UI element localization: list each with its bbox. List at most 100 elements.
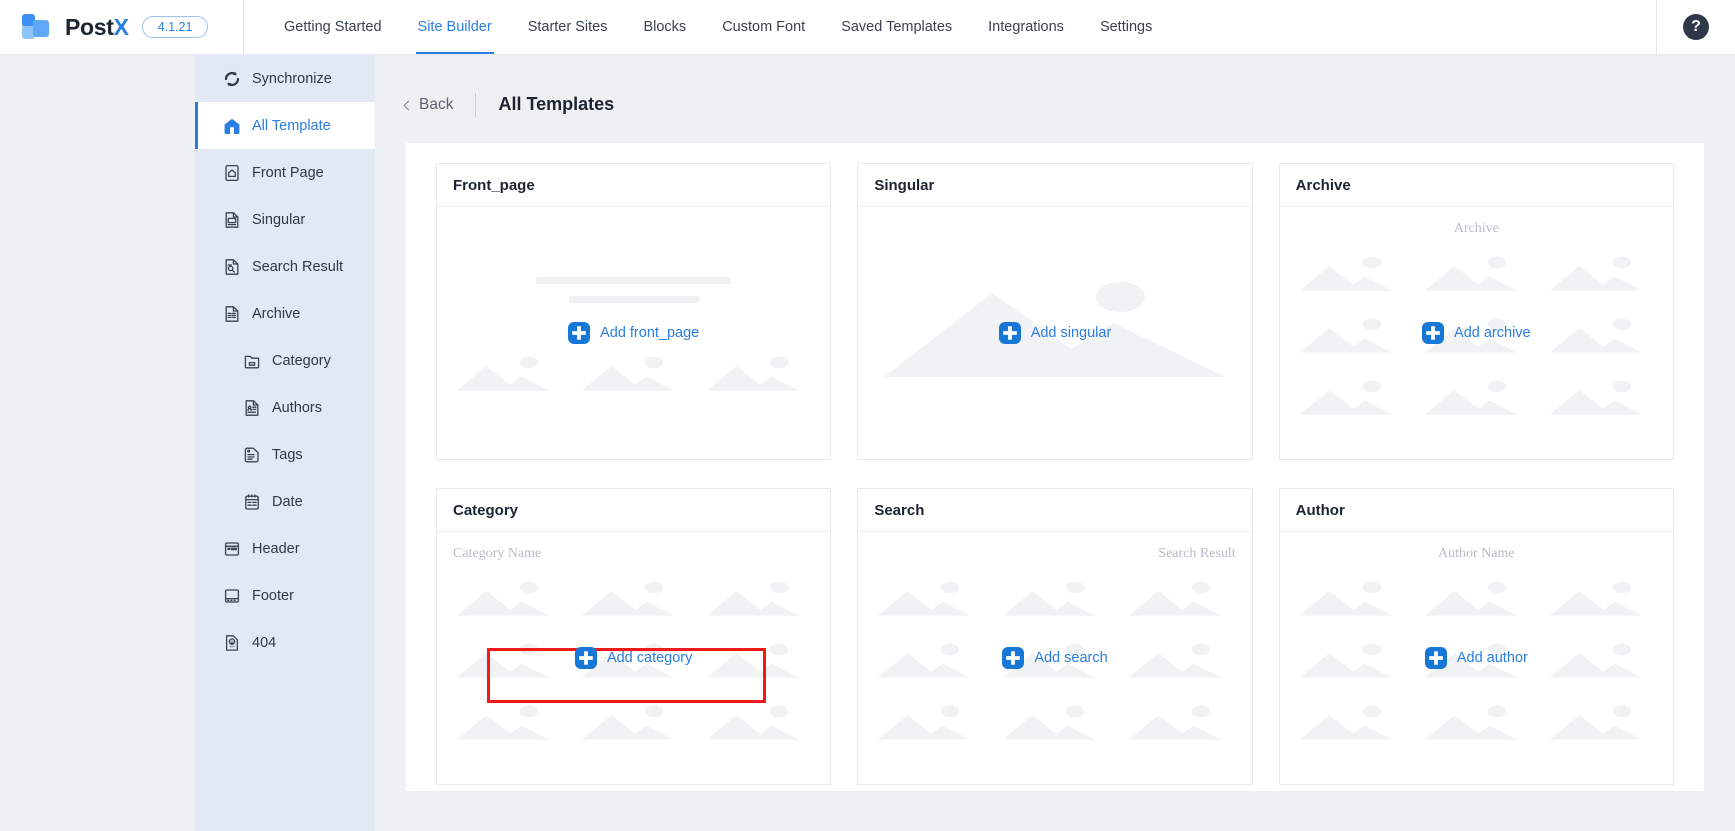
add-template-button[interactable]: Add search: [858, 647, 1251, 669]
preview-placeholder-label: Search Result: [1158, 546, 1236, 561]
sidebar-item-label: Singular: [252, 211, 306, 228]
add-template-label: Add author: [1456, 650, 1528, 666]
nav-item-site-builder[interactable]: Site Builder: [400, 0, 510, 54]
placeholder-image-icon: [1546, 578, 1657, 618]
back-button[interactable]: Back: [403, 95, 454, 114]
content-area: Back All Templates Front_page Add front_…: [375, 55, 1735, 831]
add-template-button[interactable]: Add singular: [858, 322, 1251, 344]
postx-logo-icon: [22, 14, 52, 40]
sidebar-item-label: Date: [272, 493, 303, 510]
skeleton-bar: [568, 296, 699, 303]
template-card-title: Search: [858, 489, 1252, 532]
placeholder-image-row: [453, 578, 814, 618]
template-card-title: Front_page: [437, 164, 831, 207]
nav-item-saved-templates[interactable]: Saved Templates: [823, 0, 970, 54]
sidebar-item-date[interactable]: Date: [195, 478, 375, 525]
authors-icon: [243, 399, 261, 417]
archive-icon: [223, 305, 241, 323]
sidebar-item-footer[interactable]: Footer: [195, 572, 375, 619]
sidebar-item-label: Header: [252, 540, 300, 557]
sidebar-item-label: Archive: [252, 305, 301, 322]
nav-item-getting-started[interactable]: Getting Started: [266, 0, 400, 54]
placeholder-image-icon: [1296, 702, 1407, 742]
placeholder-image-icon: [578, 702, 689, 742]
help-question-icon[interactable]: ?: [1683, 14, 1709, 40]
footer-icon: [223, 587, 241, 605]
sidebar-item-label: 404: [252, 634, 277, 651]
version-badge: 4.1.21: [141, 15, 209, 39]
template-card-preview: Category Name Add category: [437, 532, 830, 784]
nav-item-settings[interactable]: Settings: [1082, 0, 1170, 54]
nav-item-starter-sites[interactable]: Starter Sites: [510, 0, 626, 54]
sidebar-item-all-template[interactable]: All Template: [195, 102, 375, 149]
nav-item-custom-font[interactable]: Custom Font: [704, 0, 823, 54]
sidebar-item-404[interactable]: 404 404: [195, 619, 375, 666]
sidebar-item-synchronize[interactable]: Synchronize: [195, 55, 375, 102]
sidebar-item-search-result[interactable]: Search Result: [195, 243, 375, 290]
plus-circle-icon: [1002, 647, 1025, 669]
nav-item-blocks[interactable]: Blocks: [625, 0, 704, 54]
placeholder-image-row: [1296, 253, 1657, 293]
svg-text:404: 404: [229, 644, 234, 648]
template-card-preview: Archive Add archive: [1280, 207, 1673, 459]
category-icon: [243, 352, 261, 370]
preview-placeholder-label: Category Name: [453, 546, 542, 561]
template-card-front-page: Front_page Add front_page: [436, 163, 832, 460]
placeholder-image-row: [453, 702, 814, 742]
template-card-grid: Front_page Add front_page Singular Add s…: [436, 163, 1674, 785]
placeholder-image-icon: [1125, 578, 1236, 618]
placeholder-image-icon: [1546, 377, 1657, 417]
add-template-label: Add singular: [1030, 325, 1112, 341]
sidebar-item-category[interactable]: Category: [195, 337, 375, 384]
page-shell: Synchronize All Template Front Page Sing…: [0, 55, 1735, 831]
sidebar-item-authors[interactable]: Authors: [195, 384, 375, 431]
brand-name: PostX: [65, 14, 129, 41]
nav-item-integrations[interactable]: Integrations: [970, 0, 1082, 54]
add-template-label: Add search: [1034, 650, 1108, 666]
placeholder-image-row: [1296, 377, 1657, 417]
placeholder-image-icon: [1421, 377, 1532, 417]
back-button-label: Back: [419, 95, 454, 113]
sidebar-item-label: Front Page: [252, 164, 324, 181]
tags-icon: [243, 446, 261, 464]
template-card-title: Author: [1279, 489, 1673, 532]
add-template-button[interactable]: Add category: [437, 647, 830, 669]
add-template-label: Add category: [606, 650, 693, 666]
sidebar-item-label: Footer: [252, 587, 294, 604]
chevron-left-icon: [403, 100, 414, 110]
placeholder-image-row: [453, 353, 814, 393]
placeholder-image-row: [1296, 702, 1657, 742]
page-title: All Templates: [498, 94, 615, 114]
preview-placeholder-label: Archive: [1453, 221, 1499, 236]
plus-circle-icon: [998, 322, 1021, 344]
top-bar: PostX 4.1.21 Getting Started Site Builde…: [0, 0, 1735, 55]
plus-circle-icon: [568, 322, 591, 344]
brand-name-accent: X: [113, 13, 129, 40]
singular-doc-icon: [223, 211, 241, 229]
sidebar-item-label: All Template: [252, 117, 331, 134]
add-template-button[interactable]: Add archive: [1280, 322, 1673, 344]
sidebar-item-front-page[interactable]: Front Page: [195, 149, 375, 196]
sidebar-item-archive[interactable]: Archive: [195, 290, 375, 337]
add-template-button[interactable]: Add front_page: [437, 322, 830, 344]
template-card-title: Archive: [1279, 164, 1673, 207]
placeholder-image-icon: [874, 578, 985, 618]
placeholder-image-icon: [703, 702, 814, 742]
content-header: Back All Templates: [375, 77, 1735, 132]
add-template-button[interactable]: Add author: [1280, 647, 1673, 669]
add-template-label: Add front_page: [600, 325, 700, 341]
templates-panel: Front_page Add front_page Singular Add s…: [405, 142, 1705, 792]
placeholder-image-row: [874, 578, 1235, 618]
sidebar-item-header[interactable]: Header: [195, 525, 375, 572]
template-card-preview: Search Result Add search: [858, 532, 1251, 784]
preview-placeholder-label: Author Name: [1438, 546, 1515, 561]
placeholder-image-icon: [1546, 253, 1657, 293]
placeholder-image-icon: [1296, 253, 1407, 293]
header-divider: [475, 92, 477, 117]
sidebar-item-label: Authors: [272, 399, 322, 416]
front-page-icon: [223, 164, 241, 182]
sidebar-item-singular[interactable]: Singular: [195, 196, 375, 243]
placeholder-image-icon: [703, 578, 814, 618]
sidebar-item-tags[interactable]: Tags: [195, 431, 375, 478]
sidebar-item-label: Search Result: [252, 258, 344, 275]
